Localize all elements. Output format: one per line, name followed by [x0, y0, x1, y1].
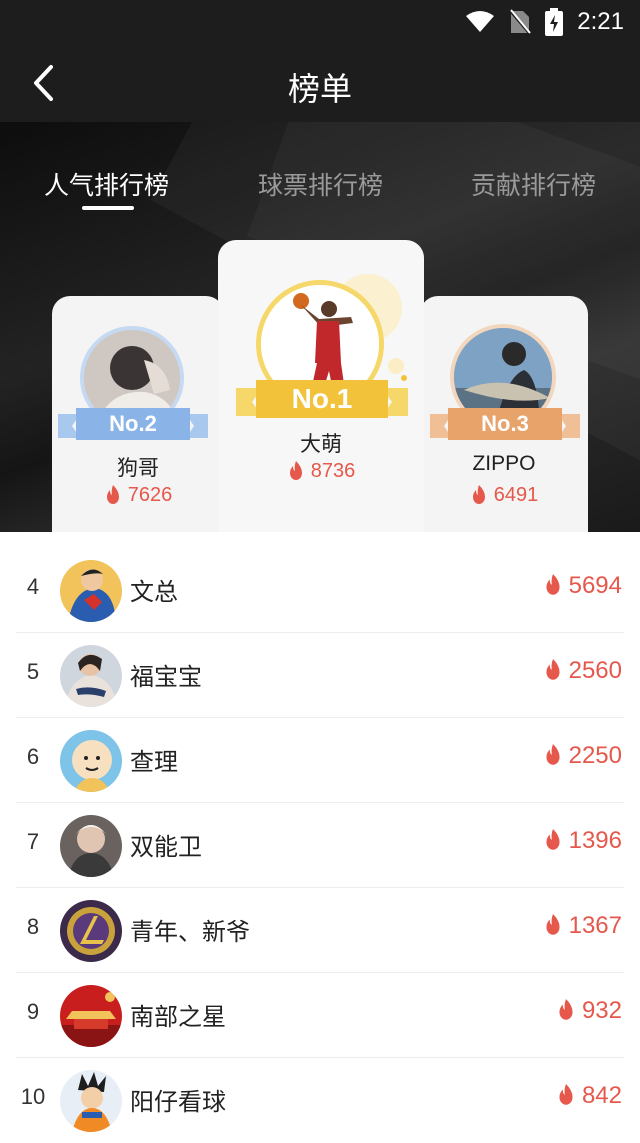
flame-icon	[559, 999, 573, 1020]
name-first: 大萌	[300, 432, 342, 456]
flame-icon	[289, 460, 302, 480]
user-name: 阳仔看球	[130, 1088, 226, 1116]
score-second-value: 7626	[127, 484, 173, 506]
flame-icon	[546, 914, 560, 935]
user-name: 文总	[130, 578, 178, 606]
flame-icon	[559, 1084, 573, 1105]
avatar-image	[60, 645, 122, 707]
no-sim-icon	[509, 9, 532, 35]
score-value: 932	[581, 997, 622, 1024]
avatar	[60, 645, 122, 707]
battery-charging-icon	[545, 8, 564, 36]
score-first: 8736	[218, 460, 424, 483]
active-tab-indicator	[82, 206, 134, 210]
score-value: 5694	[568, 572, 622, 599]
badge-third: No.3	[430, 404, 580, 444]
name-second: 狗哥	[117, 456, 159, 480]
badge-third-label: No.3	[481, 411, 529, 436]
score-value: 1396	[568, 827, 622, 854]
user-score: 932	[556, 997, 622, 1025]
tab-popularity[interactable]: 人气排行榜	[44, 166, 169, 202]
user-score: 1367	[543, 912, 622, 940]
rank-number: 4	[26, 574, 40, 599]
tab-contribution[interactable]: 贡献排行榜	[471, 166, 596, 202]
badge-second: No.2	[58, 404, 208, 444]
score-value: 2560	[568, 657, 622, 684]
rank-number: 10	[20, 1084, 46, 1109]
list-item[interactable]: 8 青年、新爷 1367	[16, 888, 624, 973]
badge-first-label: No.1	[291, 383, 353, 414]
user-name: 南部之星	[130, 1003, 226, 1031]
rank-number: 5	[26, 659, 40, 684]
list-item[interactable]: 9 南部之星 932	[16, 973, 624, 1058]
status-time: 2:21	[577, 8, 624, 35]
flame-icon	[546, 829, 560, 850]
score-value: 2250	[568, 742, 622, 769]
avatar-image	[60, 900, 122, 962]
rank-number: 8	[26, 914, 40, 939]
page-title: 榜单	[287, 70, 352, 108]
avatar	[60, 985, 122, 1047]
wifi-icon	[466, 11, 495, 32]
flame-icon	[546, 744, 560, 765]
user-score: 5694	[543, 572, 622, 600]
list-item[interactable]: 6 查理 2250	[16, 718, 624, 803]
user-name: 查理	[130, 748, 178, 776]
rank-number: 7	[26, 829, 40, 854]
avatar-image	[60, 560, 122, 622]
score-value: 1367	[568, 912, 622, 939]
nav-bar: 榜单	[0, 44, 640, 122]
ranking-list: 4 文总 5694 5 福宝宝 2560 6 查理 2250 7 双能卫 139…	[0, 548, 640, 1143]
score-first-value: 8736	[310, 460, 356, 482]
flame-icon	[472, 484, 485, 504]
rank-number: 9	[26, 999, 40, 1024]
list-item[interactable]: 10 阳仔看球 842	[16, 1058, 624, 1143]
user-name: 青年、新爷	[130, 918, 250, 946]
avatar	[60, 730, 122, 792]
status-bar: 2:21	[0, 0, 640, 44]
avatar-image	[60, 730, 122, 792]
tab-tickets[interactable]: 球票排行榜	[258, 166, 383, 202]
podium-card-second[interactable]: No.2 狗哥 7626	[52, 296, 224, 532]
score-third: 6491	[420, 484, 588, 507]
user-name: 双能卫	[130, 833, 202, 861]
list-item[interactable]: 4 文总 5694	[16, 548, 624, 633]
flame-icon	[106, 484, 119, 504]
name-third: ZIPPO	[472, 452, 536, 475]
rank-number: 6	[26, 744, 40, 769]
podium-section: 人气排行榜 球票排行榜 贡献排行榜 No.2 狗哥 7626 No.3 ZIPP…	[0, 122, 640, 532]
podium-card-third[interactable]: No.3 ZIPPO 6491	[420, 296, 588, 532]
avatar	[60, 1070, 122, 1132]
score-value: 842	[581, 1082, 622, 1109]
avatar-image	[60, 1070, 122, 1132]
user-score: 842	[556, 1082, 622, 1110]
flame-icon	[546, 574, 560, 595]
score-third-value: 6491	[493, 484, 539, 506]
badge-second-label: No.2	[109, 411, 157, 436]
flame-icon	[546, 659, 560, 680]
list-item[interactable]: 5 福宝宝 2560	[16, 633, 624, 718]
avatar-image	[60, 815, 122, 877]
user-score: 1396	[543, 827, 622, 855]
user-name: 福宝宝	[130, 663, 202, 691]
avatar-image	[60, 985, 122, 1047]
user-score: 2560	[543, 657, 622, 685]
avatar	[60, 815, 122, 877]
podium-card-first[interactable]: No.1 大萌 8736	[218, 240, 424, 532]
avatar	[60, 900, 122, 962]
avatar	[60, 560, 122, 622]
score-second: 7626	[52, 484, 224, 507]
badge-first: No.1	[236, 376, 408, 422]
list-item[interactable]: 7 双能卫 1396	[16, 803, 624, 888]
user-score: 2250	[543, 742, 622, 770]
